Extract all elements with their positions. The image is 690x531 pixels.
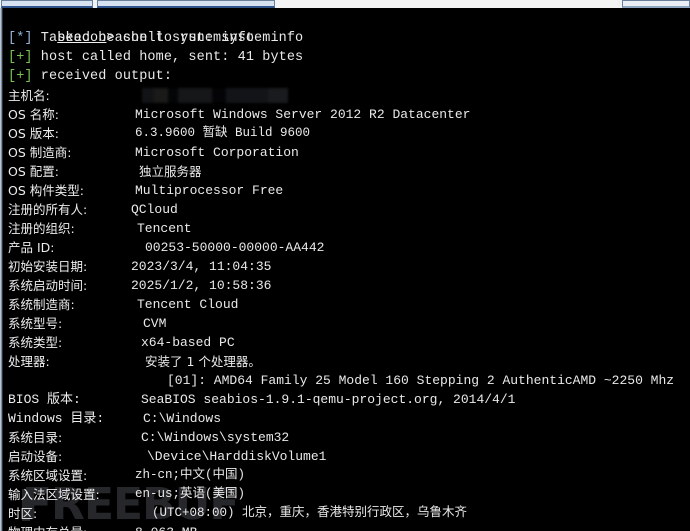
systeminfo-row: 系统目录: C:\Windows\system32 [8, 428, 690, 447]
systeminfo-label: 输入法区域设置: [8, 487, 100, 502]
systeminfo-row: 系统类型: x64-based PC [8, 333, 690, 352]
systeminfo-row: 系统启动时间: 2025/1/2, 10:58:36 [8, 276, 690, 295]
tab-1[interactable] [1, 0, 93, 8]
systeminfo-value: 安装了 1 个处理器。 [145, 354, 261, 369]
systeminfo-value: x64-based PC [141, 335, 235, 350]
tab-strip-filler [275, 0, 618, 8]
systeminfo-row: 输入法区域设置: en-us;英语(美国) [8, 485, 690, 504]
systeminfo-label: OS 构件类型: [8, 183, 84, 198]
systeminfo-value: Microsoft Windows Server 2012 R2 Datacen… [135, 107, 471, 122]
log-marker: [+] [8, 50, 33, 65]
systeminfo-label: 启动设备: [8, 449, 63, 464]
systeminfo-output: 主机名: OS 名称: Microsoft Windows Server 2012 … [8, 86, 690, 531]
systeminfo-value: C:\Windows [143, 411, 222, 426]
systeminfo-label: 产品 ID: [8, 240, 55, 255]
systeminfo-row: 时区: (UTC+08:00) 北京，重庆，香港特别行政区，乌鲁木齐 [8, 504, 690, 523]
systeminfo-label: 时区: [8, 506, 38, 521]
systeminfo-label: 注册的所有人: [8, 202, 88, 217]
cobalt-strike-beacon-console: FREEBUF beacon> shell systeminfo [*] Tas… [0, 0, 690, 531]
systeminfo-row: 初始安装日期: 2023/3/4, 11:04:35 [8, 257, 690, 276]
systeminfo-value: Multiprocessor Free [135, 183, 284, 198]
systeminfo-row: 注册的组织: Tencent [8, 219, 690, 238]
tab-2[interactable] [97, 0, 275, 8]
systeminfo-row: OS 制造商: Microsoft Corporation [8, 143, 690, 162]
redacted-hostname [138, 88, 320, 103]
systeminfo-row: 注册的所有人: QCloud [8, 200, 690, 219]
systeminfo-label: 系统目录: [8, 430, 63, 445]
systeminfo-row: 主机名: [8, 86, 690, 105]
systeminfo-row: 系统区域设置: zh-cn;中文(中国) [8, 466, 690, 485]
systeminfo-value: 2025/1/2, 10:58:36 [131, 278, 272, 293]
systeminfo-value: SeaBIOS seabios-1.9.1-qemu-project.org, … [141, 392, 516, 407]
systeminfo-value: (UTC+08:00) 北京，重庆，香港特别行政区，乌鲁木齐 [152, 506, 468, 520]
systeminfo-label: BIOS 版本: [8, 392, 81, 407]
systeminfo-label: 系统型号: [8, 316, 63, 331]
systeminfo-value: 独立服务器 [139, 164, 202, 179]
systeminfo-row: 启动设备: \Device\HarddiskVolume1 [8, 447, 690, 466]
log-text: host called home, sent: 41 bytes [32, 50, 304, 65]
systeminfo-label: 初始安装日期: [8, 259, 88, 274]
tab-3[interactable] [622, 0, 690, 8]
systeminfo-value: 6.3.9600 暂缺 Build 9600 [135, 126, 311, 140]
systeminfo-value: C:\Windows\system32 [141, 430, 290, 445]
console-log-lines: [*] Tasked beacon to run: systeminfo [+] … [8, 29, 690, 86]
systeminfo-label: 处理器: [8, 354, 50, 369]
systeminfo-label: Windows 目录: [8, 411, 105, 426]
systeminfo-row: 产品 ID: 00253-50000-00000-AA442 [8, 238, 690, 257]
systeminfo-value: [01]: AMD64 Family 25 Model 160 Stepping… [167, 373, 675, 388]
systeminfo-value: 8,063 MB [135, 523, 197, 531]
systeminfo-row: OS 构件类型: Multiprocessor Free [8, 181, 690, 200]
systeminfo-row: 物理内存总量: 8,063 MB [8, 523, 690, 531]
systeminfo-value: 2023/3/4, 11:04:35 [131, 259, 272, 274]
systeminfo-value: QCloud [131, 202, 178, 217]
console-output-area[interactable]: FREEBUF beacon> shell systeminfo [*] Tas… [4, 8, 690, 531]
window-tab-strip[interactable] [0, 0, 690, 8]
systeminfo-label: 物理内存总量: [8, 523, 87, 531]
systeminfo-label: OS 配置: [8, 164, 59, 179]
systeminfo-row: OS 配置: 独立服务器 [8, 162, 690, 181]
systeminfo-value: Microsoft Corporation [135, 145, 299, 160]
systeminfo-row: 处理器: 安装了 1 个处理器。 [8, 352, 690, 371]
systeminfo-row: BIOS 版本: SeaBIOS seabios-1.9.1-qemu-proje… [8, 390, 690, 409]
systeminfo-row: 系统制造商: Tencent Cloud [8, 295, 690, 314]
systeminfo-label: 主机名: [8, 88, 50, 103]
log-marker: [+] [8, 69, 33, 84]
systeminfo-row: OS 名称: Microsoft Windows Server 2012 R2 D… [8, 105, 690, 124]
systeminfo-label: OS 名称: [8, 107, 59, 122]
systeminfo-label: OS 制造商: [8, 145, 72, 160]
console-log-line: [*] Tasked beacon to run: systeminfo [8, 29, 690, 48]
systeminfo-label: 系统启动时间: [8, 278, 88, 293]
systeminfo-value: Tencent [137, 221, 192, 236]
systeminfo-label: 系统制造商: [8, 297, 75, 312]
systeminfo-row: [01]: AMD64 Family 25 Model 160 Stepping… [8, 371, 690, 390]
systeminfo-value: zh-cn;中文(中国) [135, 468, 246, 482]
log-marker: [*] [8, 31, 33, 46]
systeminfo-label: 注册的组织: [8, 221, 75, 236]
console-log-line: [+] host called home, sent: 41 bytes [8, 48, 690, 67]
console-log-line: [+] received output: [8, 67, 690, 86]
systeminfo-label: 系统区域设置: [8, 468, 88, 483]
systeminfo-row: 系统型号: CVM [8, 314, 690, 333]
systeminfo-row: Windows 目录: C:\Windows [8, 409, 690, 428]
systeminfo-value: Tencent Cloud [137, 297, 239, 312]
console-prompt-line: beacon> shell systeminfo [8, 10, 690, 46]
systeminfo-row: OS 版本: 6.3.9600 暂缺 Build 9600 [8, 124, 690, 143]
systeminfo-value: \Device\HarddiskVolume1 [147, 449, 327, 464]
log-text: received output: [32, 69, 173, 84]
systeminfo-value: 00253-50000-00000-AA442 [145, 240, 325, 255]
log-text: Tasked beacon to run: systeminfo [32, 31, 304, 46]
systeminfo-value: en-us;英语(美国) [135, 487, 246, 501]
systeminfo-value: CVM [143, 316, 167, 331]
systeminfo-label: OS 版本: [8, 126, 59, 141]
systeminfo-label: 系统类型: [8, 335, 63, 350]
